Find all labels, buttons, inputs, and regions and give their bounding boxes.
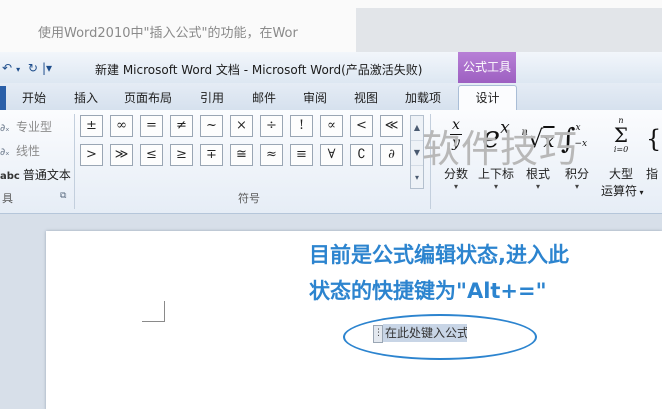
linear-icon: ∂ₓ xyxy=(0,147,10,158)
symbol-less-equal[interactable]: ≤ xyxy=(140,144,163,166)
tab-insert[interactable]: 插入 xyxy=(74,89,98,106)
symbol-not-equal[interactable]: ≠ xyxy=(170,115,193,137)
file-tab[interactable] xyxy=(0,86,6,110)
symbol-congruent[interactable]: ≅ xyxy=(230,144,253,166)
symbol-greater-than[interactable]: > xyxy=(80,144,103,166)
large-operator-icon: n Σ i=0 xyxy=(613,116,629,154)
background-thumbnail xyxy=(356,8,662,52)
undo-icon[interactable]: ↶ xyxy=(2,61,12,75)
symbol-identical[interactable]: ≡ xyxy=(290,144,313,166)
redo-icon[interactable]: ↻ xyxy=(28,61,38,75)
tab-view[interactable]: 视图 xyxy=(354,89,378,106)
dialog-launcher-icon[interactable]: ⧉ xyxy=(60,191,66,201)
professional-icon: ∂ₓ xyxy=(0,123,10,134)
dropdown-icon[interactable]: ▾ xyxy=(16,65,20,74)
bracket-button[interactable]: { 指 xyxy=(646,114,662,210)
equation-placeholder[interactable]: 在此处键入公式。 xyxy=(383,324,467,342)
tools-group: ∂ₓ 专业型 ∂ₓ 线性 abc 普通文本 具 ⧉ xyxy=(0,110,74,213)
margin-corner-mark xyxy=(142,301,165,322)
professional-button[interactable]: ∂ₓ 专业型 xyxy=(0,118,52,135)
equation-handle-icon[interactable]: ⋮ xyxy=(373,325,383,343)
symbol-much-greater[interactable]: ≫ xyxy=(110,144,133,166)
document-page[interactable]: 目前是公式编辑状态,进入此 状态的快捷键为"Alt+=" ⋮ 在此处键入公式。 xyxy=(46,231,662,409)
symbol-much-less[interactable]: ≪ xyxy=(380,115,403,137)
symbol-greater-equal[interactable]: ≥ xyxy=(170,144,193,166)
symbol-plus-minus[interactable]: ± xyxy=(80,115,103,137)
symbol-infinity[interactable]: ∞ xyxy=(110,115,133,137)
symbol-for-all[interactable]: ∀ xyxy=(320,144,343,166)
window-title: 新建 Microsoft Word 文档 - Microsoft Word(产品… xyxy=(95,63,423,77)
linear-button[interactable]: ∂ₓ 线性 xyxy=(0,142,40,159)
ribbon-tabs: 开始 插入 页面布局 引用 邮件 审阅 视图 加载项 设计 xyxy=(0,83,662,112)
symbol-equals[interactable]: = xyxy=(140,115,163,137)
tab-references[interactable]: 引用 xyxy=(200,89,224,106)
tab-design[interactable]: 设计 xyxy=(458,85,517,112)
tab-review[interactable]: 审阅 xyxy=(303,89,327,106)
annotation-line-2: 状态的快捷键为"Alt+=" xyxy=(309,279,547,303)
symbol-less-than[interactable]: < xyxy=(350,115,373,137)
large-operator-button[interactable]: n Σ i=0 大型 运算符 ▾ xyxy=(601,114,644,210)
bracket-icon: { xyxy=(646,125,662,153)
watermark-text: 软件技巧 xyxy=(422,127,579,171)
tab-home[interactable]: 开始 xyxy=(22,89,46,106)
normal-text-button[interactable]: abc 普通文本 xyxy=(0,166,71,183)
symbols-gallery: ± ∞ = ≠ ~ × ÷ ! ∝ < ≪ > ≫ ≤ ≥ ∓ ≅ ≈ ≡ ∀ … xyxy=(80,115,425,189)
customize-qat-icon[interactable]: |▾ xyxy=(42,61,52,75)
symbol-divide[interactable]: ÷ xyxy=(260,115,283,137)
group-separator xyxy=(74,114,75,209)
symbol-minus-plus[interactable]: ∓ xyxy=(200,144,223,166)
document-area: 目前是公式编辑状态,进入此 状态的快捷键为"Alt+=" ⋮ 在此处键入公式。 xyxy=(0,214,662,409)
word-window: ↶ ▾ ↻ |▾ 新建 Microsoft Word 文档 - Microsoft … xyxy=(0,52,662,409)
equation-tools-context-title: 公式工具 xyxy=(458,52,516,83)
quick-access-toolbar: ↶ ▾ ↻ |▾ xyxy=(2,61,56,75)
tab-mailings[interactable]: 邮件 xyxy=(252,89,276,106)
symbol-times[interactable]: × xyxy=(230,115,253,137)
symbols-group-label: 符号 xyxy=(238,192,260,205)
tab-page-layout[interactable]: 页面布局 xyxy=(124,89,172,106)
symbol-proportional[interactable]: ∝ xyxy=(320,115,343,137)
symbol-approx[interactable]: ≈ xyxy=(260,144,283,166)
symbol-tilde[interactable]: ~ xyxy=(200,115,223,137)
normal-text-icon: abc xyxy=(0,171,20,182)
tab-addins[interactable]: 加载项 xyxy=(405,89,441,106)
annotation-line-1: 目前是公式编辑状态,进入此 xyxy=(309,243,569,267)
symbol-factorial[interactable]: ! xyxy=(290,115,313,137)
article-strip: 使用Word2010中"插入公式"的功能，在Wor xyxy=(0,0,662,52)
article-text: 使用Word2010中"插入公式"的功能，在Wor xyxy=(38,26,298,41)
tools-group-label: 具 xyxy=(2,192,13,205)
symbol-partial[interactable]: ∂ xyxy=(380,144,403,166)
title-bar: ↶ ▾ ↻ |▾ 新建 Microsoft Word 文档 - Microsoft … xyxy=(0,52,662,83)
symbol-complement[interactable]: ∁ xyxy=(350,144,373,166)
